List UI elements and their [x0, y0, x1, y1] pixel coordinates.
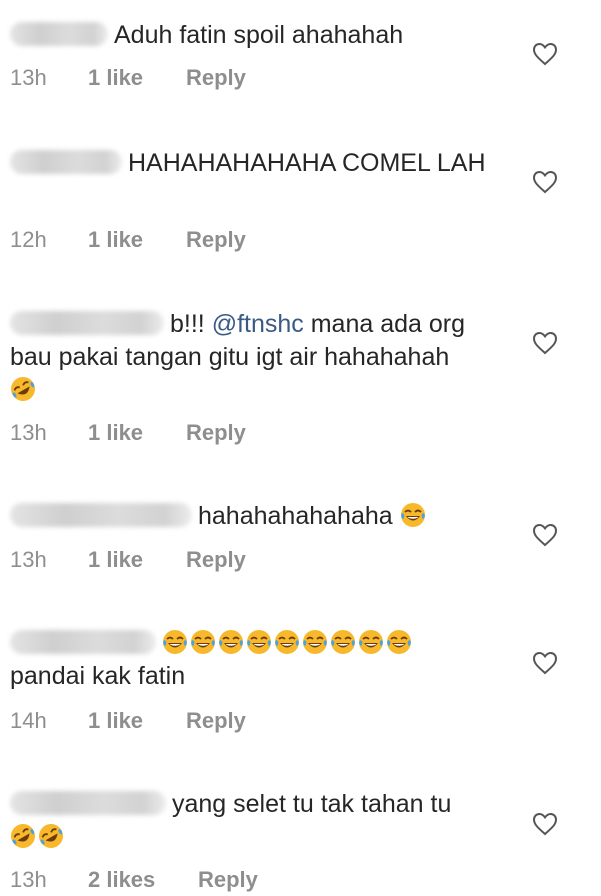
- comment-text: hahahahahahaha: [198, 502, 393, 530]
- blurred-username[interactable]: [10, 311, 164, 335]
- heart-outline-icon[interactable]: [532, 651, 558, 675]
- comment-time: 13h: [10, 65, 47, 90]
- reply-button[interactable]: Reply: [186, 65, 246, 91]
- reply-button[interactable]: Reply: [186, 547, 246, 573]
- comment-body: yang selet tu tak tahan tu: [10, 788, 530, 854]
- comment-text: yang selet tu tak tahan tu: [172, 790, 452, 818]
- comment-meta: 13h 1 like Reply: [10, 547, 246, 573]
- comment-body: hahahahahahaha: [10, 500, 530, 533]
- comment-body: b!!! @ftnshc mana ada org bau pakai tang…: [10, 308, 510, 407]
- tears-of-joy-icon: [218, 629, 244, 655]
- tears-of-joy-icon: [400, 502, 426, 528]
- comment-meta: 12h 1 like Reply: [10, 227, 246, 253]
- tears-of-joy-icon: [386, 629, 412, 655]
- comment-item: yang selet tu tak tahan tu: [10, 788, 530, 854]
- mention-link[interactable]: @ftnshc: [212, 310, 304, 338]
- comment-meta: 13h 1 like Reply: [10, 420, 246, 446]
- blurred-username[interactable]: [10, 503, 192, 527]
- comment-item: hahahahahahaha: [10, 500, 530, 533]
- blurred-username[interactable]: [10, 150, 122, 174]
- comment-meta: 13h 2 likes Reply: [10, 867, 258, 893]
- blurred-username[interactable]: [10, 22, 108, 46]
- comment-meta: 13h 1 like Reply: [10, 65, 246, 91]
- comment-meta: 14h 1 like Reply: [10, 708, 246, 734]
- tears-of-joy-icon: [330, 629, 356, 655]
- comment-body: HAHAHAHAHAHA COMEL LAH: [10, 147, 490, 180]
- comment-prefix: b!!!: [170, 310, 205, 338]
- comment-likes[interactable]: 1 like: [88, 65, 186, 91]
- comment-item: Aduh fatin spoil ahahahah: [10, 19, 530, 52]
- heart-outline-icon[interactable]: [532, 812, 558, 836]
- comment-time: 13h: [10, 420, 47, 445]
- comment-likes[interactable]: 1 like: [88, 547, 186, 573]
- rolling-on-floor-laughing-icon: [10, 823, 36, 849]
- heart-outline-icon[interactable]: [532, 523, 558, 547]
- comment-text: Aduh fatin spoil ahahahah: [114, 21, 404, 49]
- tears-of-joy-icon: [162, 629, 188, 655]
- tears-of-joy-icon: [358, 629, 384, 655]
- comment-item: HAHAHAHAHAHA COMEL LAH: [10, 147, 530, 180]
- blurred-username[interactable]: [10, 630, 156, 654]
- comment-item: pandai kak fatin: [10, 627, 530, 693]
- reply-button[interactable]: Reply: [186, 227, 246, 253]
- comment-likes[interactable]: 1 like: [88, 420, 186, 446]
- comment-time: 13h: [10, 547, 47, 572]
- comment-likes[interactable]: 1 like: [88, 708, 186, 734]
- tears-of-joy-icon: [190, 629, 216, 655]
- rolling-on-floor-laughing-icon: [38, 823, 64, 849]
- comment-time: 12h: [10, 227, 47, 252]
- heart-outline-icon[interactable]: [532, 42, 558, 66]
- comment-body: Aduh fatin spoil ahahahah: [10, 19, 530, 52]
- heart-outline-icon[interactable]: [532, 331, 558, 355]
- comment-likes[interactable]: 1 like: [88, 227, 186, 253]
- reply-button[interactable]: Reply: [198, 867, 258, 893]
- tears-of-joy-icon: [302, 629, 328, 655]
- blurred-username[interactable]: [10, 791, 166, 815]
- comment-text: HAHAHAHAHAHA COMEL LAH: [128, 149, 486, 177]
- emoji-row: [162, 629, 414, 657]
- reply-button[interactable]: Reply: [186, 708, 246, 734]
- comment-time: 14h: [10, 708, 47, 733]
- heart-outline-icon[interactable]: [532, 170, 558, 194]
- reply-button[interactable]: Reply: [186, 420, 246, 446]
- comment-likes[interactable]: 2 likes: [88, 867, 198, 893]
- rolling-on-floor-laughing-icon: [10, 376, 36, 402]
- tears-of-joy-icon: [246, 629, 272, 655]
- comment-time: 13h: [10, 867, 47, 892]
- comment-item: b!!! @ftnshc mana ada org bau pakai tang…: [10, 308, 530, 407]
- comment-text: pandai kak fatin: [10, 662, 186, 690]
- comment-body: pandai kak fatin: [10, 627, 530, 693]
- tears-of-joy-icon: [274, 629, 300, 655]
